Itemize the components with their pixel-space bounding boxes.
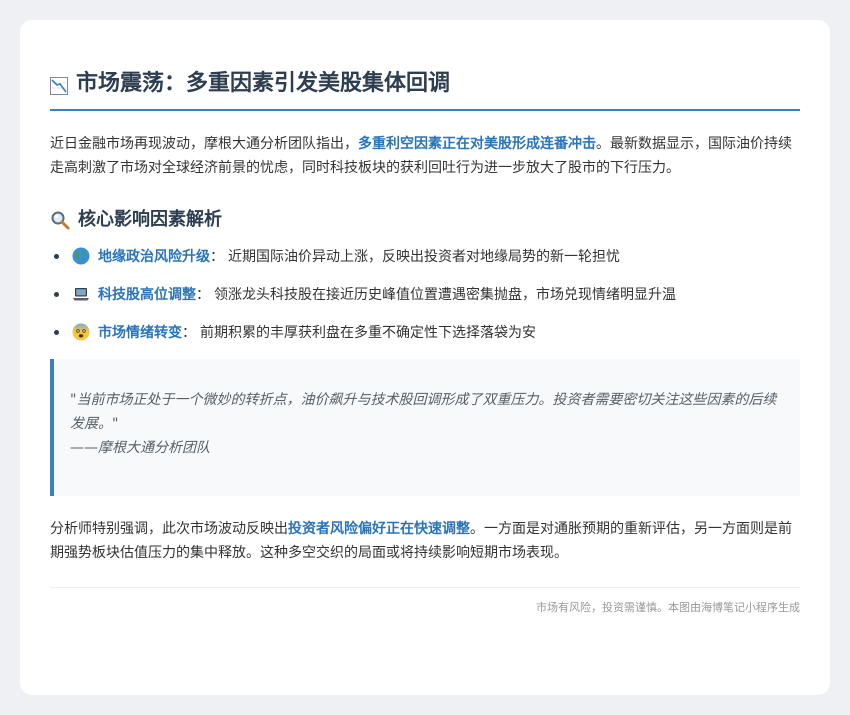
analysis-highlight: 投资者风险偏好正在快速调整 [288, 521, 470, 537]
factor-description: 前期积累的丰厚获利盘在多重不确定性下选择落袋为安 [200, 325, 536, 341]
analyst-quote: "当前市场正处于一个微妙的转折点，油价飙升与技术股回调形成了双重压力。投资者需要… [50, 359, 800, 496]
factor-list: 地缘政治风险升级 ： 近期国际油价异动上涨，反映出投资者对地缘局势的新一轮担忧 … [50, 245, 800, 343]
section-title: 核心影响因素解析 [78, 209, 222, 230]
factor-name: 市场情绪转变 [98, 325, 182, 341]
article-card: 市场震荡：多重因素引发美股集体回调 近日金融市场再现波动，摩根大通分析团队指出，… [20, 20, 830, 695]
quote-text: "当前市场正处于一个微妙的转折点，油价飙升与技术股回调形成了双重压力。投资者需要… [70, 392, 777, 432]
list-item: 地缘政治风险升级 ： 近期国际油价异动上涨，反映出投资者对地缘局势的新一轮担忧 [50, 245, 800, 267]
factor-name: 地缘政治风险升级 [98, 249, 210, 265]
title-row: 市场震荡：多重因素引发美股集体回调 [50, 68, 800, 111]
magnifying-glass-icon [51, 211, 70, 230]
laptop-icon [73, 288, 89, 301]
globe-icon [72, 247, 90, 265]
factor-description: 领涨龙头科技股在接近历史峰值位置遭遇密集抛盘，市场兑现情绪明显升温 [214, 287, 676, 303]
factor-separator: ： [182, 325, 196, 341]
list-item: 科技股高位调整 ： 领涨龙头科技股在接近历史峰值位置遭遇密集抛盘，市场兑现情绪明… [50, 283, 800, 305]
fearful-face-icon [72, 323, 90, 341]
section-header: 核心影响因素解析 [50, 207, 800, 233]
bullet [54, 253, 59, 259]
intro-text: 近日金融市场再现波动，摩根大通分析团队指出， [50, 136, 358, 152]
analysis-text: 分析师特别强调，此次市场波动反映出 [50, 521, 288, 537]
intro-highlight: 多重利空因素正在对美股形成连番冲击 [358, 136, 596, 152]
list-item: 市场情绪转变 ： 前期积累的丰厚获利盘在多重不确定性下选择落袋为安 [50, 321, 800, 343]
factor-separator: ： [210, 249, 224, 265]
chart-decreasing-icon [50, 76, 68, 95]
quote-author: ——摩根大通分析团队 [70, 440, 210, 456]
disclaimer-footer: 市场有风险，投资需谨慎。本图由海博笔记小程序生成 [50, 587, 800, 615]
bullet [54, 329, 59, 335]
intro-paragraph: 近日金融市场再现波动，摩根大通分析团队指出，多重利空因素正在对美股形成连番冲击。… [50, 132, 800, 180]
factor-description: 近期国际油价异动上涨，反映出投资者对地缘局势的新一轮担忧 [228, 249, 620, 265]
bullet [54, 291, 59, 297]
factor-name: 科技股高位调整 [98, 287, 196, 303]
factor-separator: ： [196, 287, 210, 303]
page-title: 市场震荡：多重因素引发美股集体回调 [76, 71, 451, 96]
analysis-paragraph: 分析师特别强调，此次市场波动反映出投资者风险偏好正在快速调整。一方面是对通胀预期… [50, 517, 800, 565]
